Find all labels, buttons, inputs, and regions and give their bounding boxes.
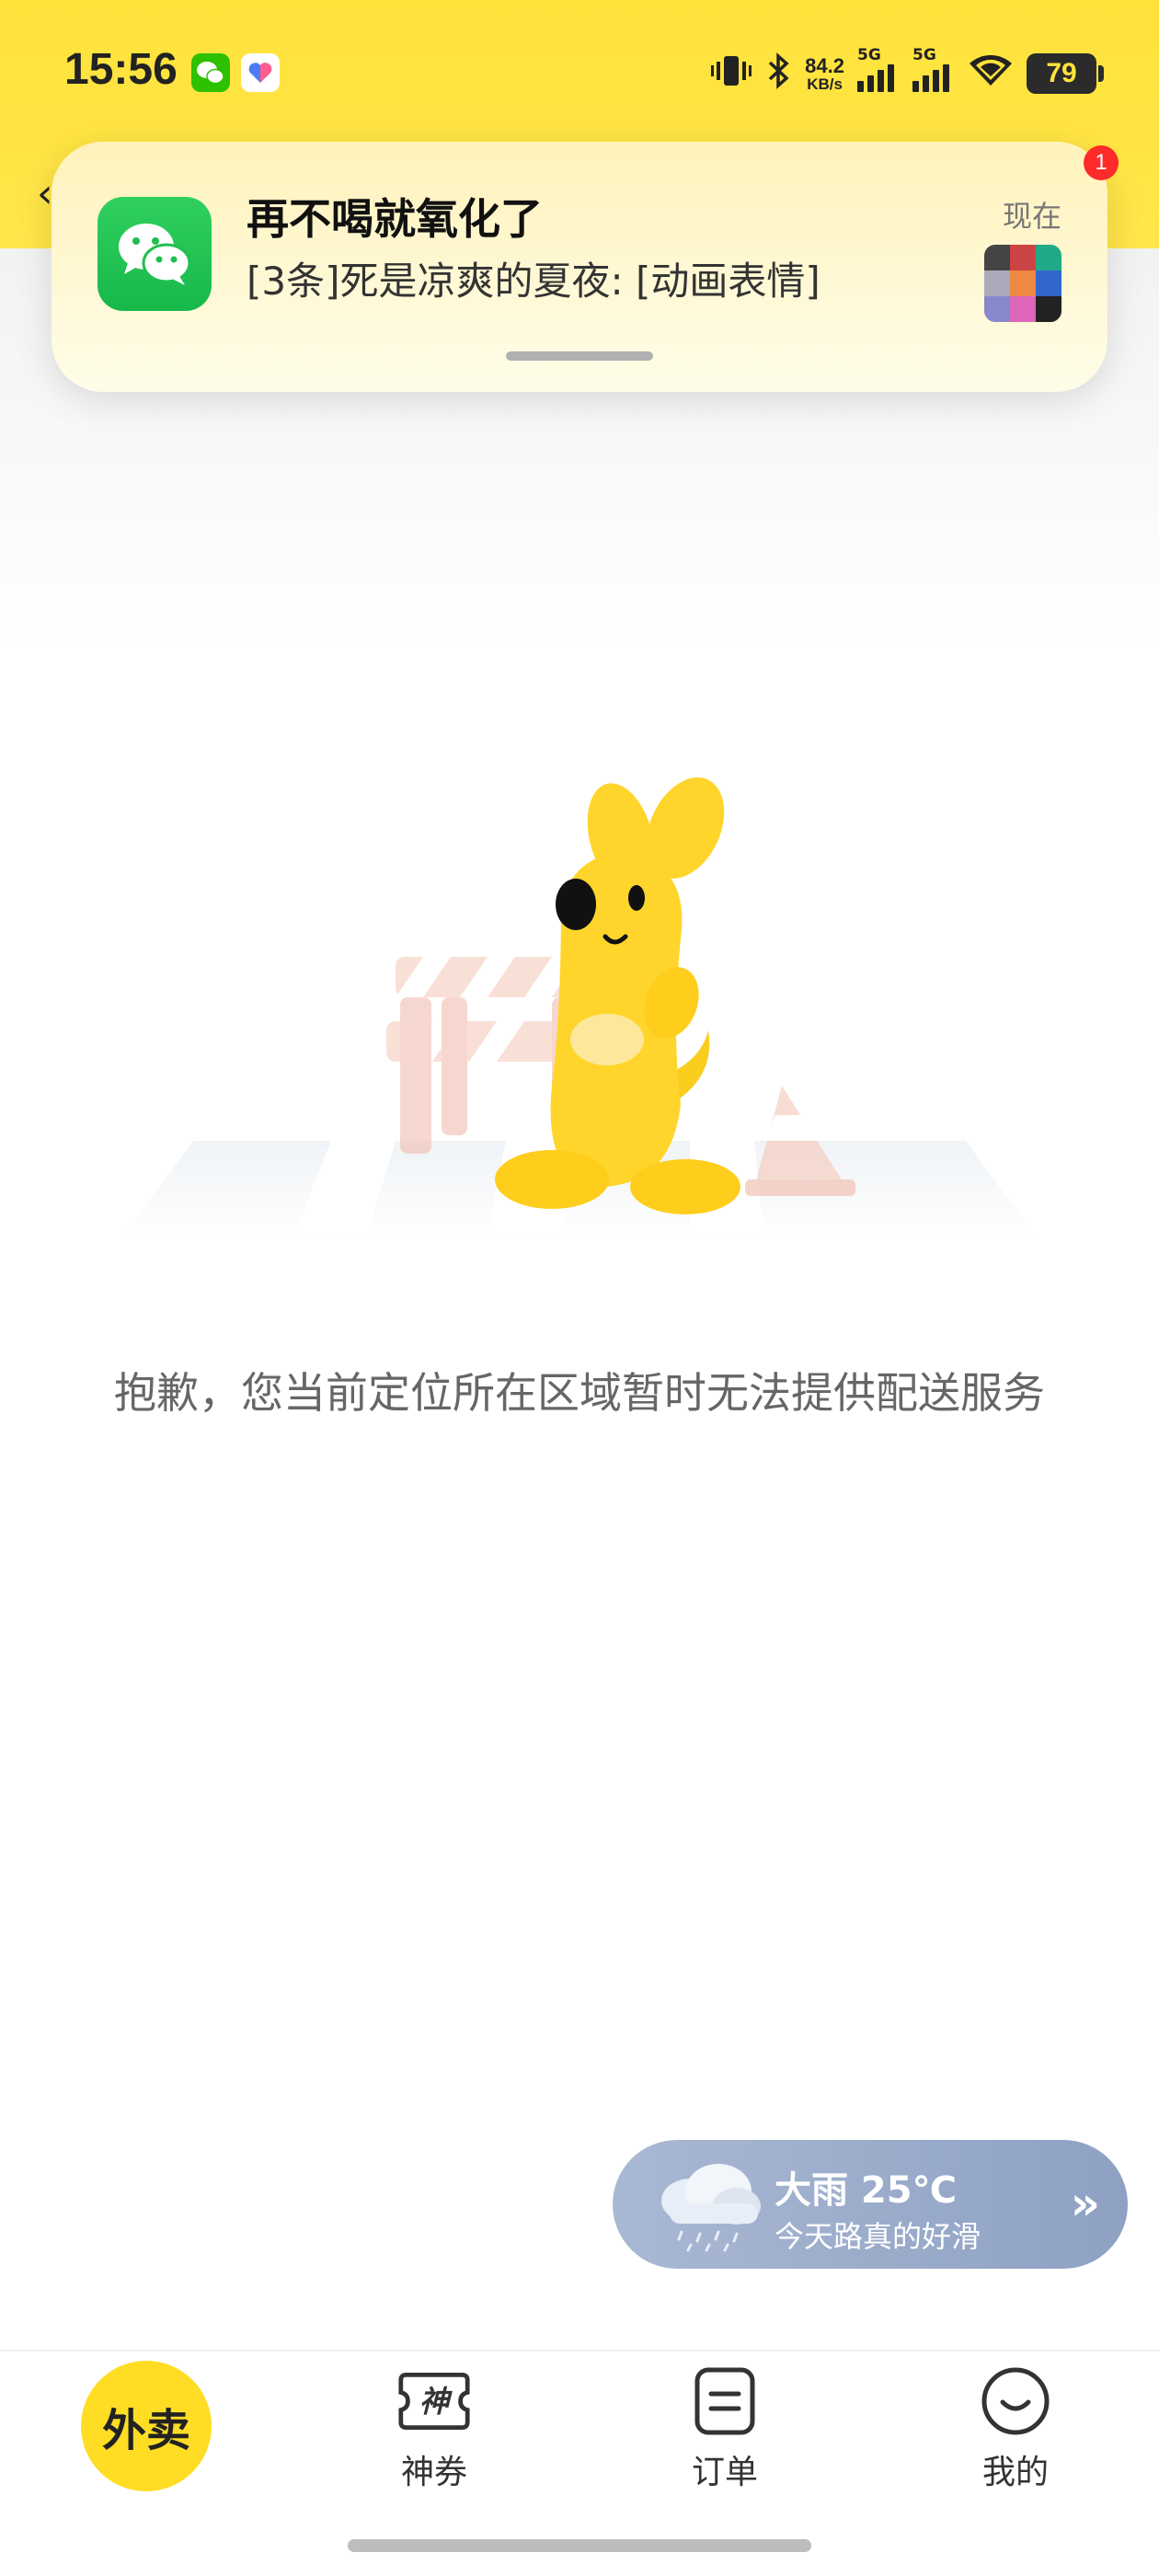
- group-avatar: [984, 245, 1061, 322]
- status-indicators: 84.2 KB/s 5G 5G 79: [711, 46, 1104, 99]
- weather-subtitle: 今天路真的好滑: [775, 2219, 981, 2254]
- notification-badge: 1: [1084, 145, 1119, 180]
- notification-body: [3条]死是凉爽的夏夜: [动画表情]: [247, 259, 820, 304]
- vibrate-icon: [711, 52, 752, 95]
- health-status-icon: [241, 53, 280, 92]
- nav-takeout-home[interactable]: 外卖: [81, 2361, 212, 2491]
- order-icon: [688, 2364, 762, 2438]
- smile-icon: [979, 2364, 1052, 2438]
- notification-title: 再不喝就氧化了: [247, 194, 543, 244]
- nav-item-orders[interactable]: 订单: [651, 2364, 798, 2493]
- home-indicator[interactable]: [348, 2539, 811, 2552]
- wechat-icon: [98, 197, 212, 311]
- cellular-signal-2: 5G: [912, 46, 955, 92]
- network-speed: 84.2 KB/s: [805, 53, 844, 93]
- battery-indicator: 79: [1027, 53, 1104, 94]
- nav-item-coupons[interactable]: 神 神券: [361, 2364, 508, 2493]
- wifi-icon: [968, 52, 1014, 95]
- no-service-illustration: [120, 754, 1039, 1270]
- notification-drag-handle[interactable]: [506, 351, 653, 361]
- bluetooth-icon: [764, 52, 792, 95]
- wechat-status-icon: [191, 53, 230, 92]
- cellular-signal-1: 5G: [857, 46, 900, 92]
- double-chevron-right-icon: »: [1070, 2177, 1100, 2230]
- svg-text:神: 神: [419, 2384, 453, 2419]
- notification-time: 现在: [1002, 199, 1061, 234]
- wechat-notification-banner[interactable]: 再不喝就氧化了 [3条]死是凉爽的夏夜: [动画表情] 现在: [52, 142, 1107, 392]
- nav-label-coupons: 神券: [400, 2454, 467, 2491]
- status-bar: 15:56 84.2 KB/s 5G 5G 79: [0, 0, 1159, 147]
- weather-banner[interactable]: 大雨 25℃ 今天路真的好滑 »: [613, 2140, 1128, 2269]
- weather-title: 大雨 25℃: [775, 2169, 958, 2212]
- nav-label-orders: 订单: [691, 2454, 758, 2491]
- status-time: 15:56: [64, 45, 178, 94]
- no-service-message: 抱歉，您当前定位所在区域暂时无法提供配送服务: [114, 1368, 1045, 1418]
- nav-label-mine: 我的: [981, 2454, 1049, 2491]
- back-arrow-icon[interactable]: ‹: [37, 170, 53, 217]
- nav-item-mine[interactable]: 我的: [942, 2364, 1089, 2493]
- rain-cloud-icon: [649, 2153, 769, 2258]
- coupon-icon: 神: [397, 2364, 471, 2438]
